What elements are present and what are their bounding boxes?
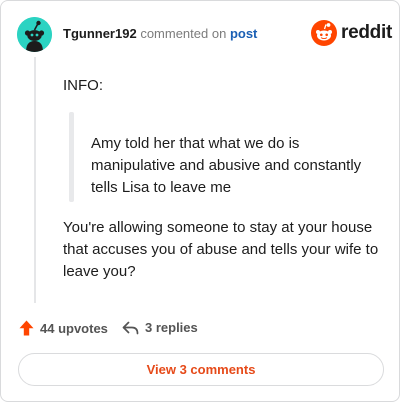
post-link[interactable]: post xyxy=(230,26,257,41)
username[interactable]: Tgunner192 xyxy=(63,26,137,41)
comment-quote: Amy told her that what we do is manipula… xyxy=(91,135,362,196)
comment-action-text: commented on xyxy=(140,26,227,41)
comment-header: Tgunner192 commented on post xyxy=(63,26,257,42)
comment-card: Tgunner192 commented on post reddit INFO… xyxy=(0,0,400,402)
reddit-logo[interactable]: reddit xyxy=(311,20,392,46)
replies-label: 3 replies xyxy=(145,320,198,335)
reply-count[interactable]: 3 replies xyxy=(122,320,198,335)
user-avatar-icon[interactable] xyxy=(17,17,52,52)
upvote-arrow-icon xyxy=(19,320,34,336)
comment-info-line: INFO: xyxy=(63,77,103,94)
upvote-count[interactable]: 44 upvotes xyxy=(19,320,108,336)
quote-bar xyxy=(69,112,74,202)
comment-body: You're allowing someone to stay at your … xyxy=(63,219,379,280)
reply-arrow-icon xyxy=(122,321,139,334)
thread-line xyxy=(34,57,36,303)
reddit-logo-icon xyxy=(311,20,337,46)
upvotes-label: 44 upvotes xyxy=(40,320,108,336)
reddit-wordmark: reddit xyxy=(341,22,392,43)
view-comments-button[interactable]: View 3 comments xyxy=(18,353,384,386)
